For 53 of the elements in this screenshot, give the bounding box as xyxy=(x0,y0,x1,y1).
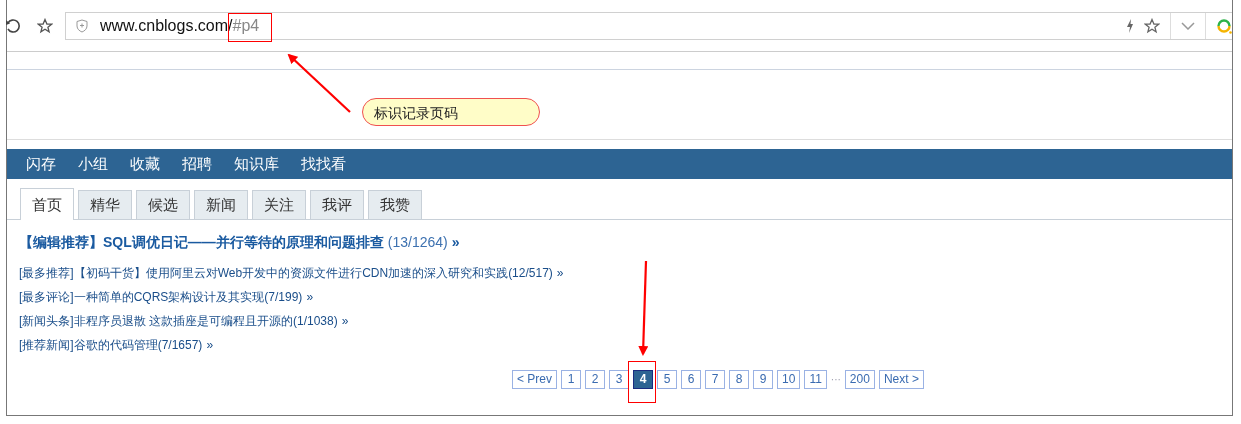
page-button[interactable]: 4 xyxy=(633,370,653,389)
more-link[interactable]: » xyxy=(206,338,214,352)
nav-link[interactable]: 知识库 xyxy=(234,154,279,174)
tab[interactable]: 关注 xyxy=(252,190,306,219)
more-link[interactable]: » xyxy=(341,314,349,328)
more-link[interactable]: » xyxy=(556,266,564,280)
tab[interactable]: 首页 xyxy=(20,188,74,220)
page-button[interactable]: 11 xyxy=(804,370,827,389)
page-button[interactable]: 10 xyxy=(777,370,801,389)
annotation-arrow xyxy=(287,53,351,113)
star-icon[interactable] xyxy=(37,17,53,34)
tab[interactable]: 新闻 xyxy=(194,190,248,219)
tab[interactable]: 候选 xyxy=(136,190,190,219)
page-button[interactable]: 8 xyxy=(729,370,749,389)
post-link[interactable]: [推荐新闻]谷歌的代码管理 xyxy=(19,338,158,352)
nav-link[interactable]: 找找看 xyxy=(301,154,346,174)
page-button[interactable]: 6 xyxy=(681,370,701,389)
post-count: (7/1657) xyxy=(157,338,203,352)
lightning-icon[interactable] xyxy=(1126,18,1134,33)
more-link[interactable]: » xyxy=(451,234,460,250)
prev-button[interactable]: < Prev xyxy=(512,370,557,389)
nav-link[interactable]: 招聘 xyxy=(182,154,212,174)
post-link[interactable]: [最多推荐]【初码干货】使用阿里云对Web开发中的资源文件进行CDN加速的深入研究和实践 xyxy=(19,266,509,280)
star-icon[interactable] xyxy=(1144,17,1160,34)
page-button[interactable]: 1 xyxy=(561,370,581,389)
nav-link[interactable]: 小组 xyxy=(78,154,108,174)
nav-link[interactable]: 闪存 xyxy=(26,154,56,174)
post-link[interactable]: [新闻头条]非程序员退散 这款插座是可编程且开源的 xyxy=(19,314,293,328)
post-count: (13/1264) xyxy=(387,234,448,250)
page-button[interactable]: 3 xyxy=(609,370,629,389)
post-link[interactable]: [最多评论]一种简单的CQRS架构设计及其实现 xyxy=(19,290,265,304)
ring-icon[interactable] xyxy=(1216,17,1232,34)
page-button[interactable]: 7 xyxy=(705,370,725,389)
post-count: (1/1038) xyxy=(293,314,338,328)
nav-link[interactable]: 收藏 xyxy=(130,154,160,174)
post-count: (7/199) xyxy=(264,290,303,304)
page-button[interactable]: 200 xyxy=(844,370,875,389)
page-button[interactable]: 2 xyxy=(585,370,605,389)
chevron-down-icon[interactable] xyxy=(1181,21,1195,30)
post-count: (12/517) xyxy=(508,266,553,280)
next-button[interactable]: Next > xyxy=(878,370,924,389)
shield-icon xyxy=(76,18,88,33)
ellipsis: ··· xyxy=(830,374,841,385)
page-button[interactable]: 5 xyxy=(657,370,677,389)
tab[interactable]: 我评 xyxy=(310,190,364,219)
tab[interactable]: 精华 xyxy=(78,190,132,219)
callout-note: 标识记录页码 xyxy=(362,98,540,126)
highlight-frame xyxy=(628,361,656,403)
tab[interactable]: 我赞 xyxy=(368,190,422,219)
headline-link[interactable]: 【编辑推荐】SQL调优日记——并行等待的原理和问题排查 xyxy=(19,234,384,250)
reload-icon[interactable] xyxy=(6,17,20,34)
more-link[interactable]: » xyxy=(306,290,314,304)
page-button[interactable]: 9 xyxy=(753,370,773,389)
